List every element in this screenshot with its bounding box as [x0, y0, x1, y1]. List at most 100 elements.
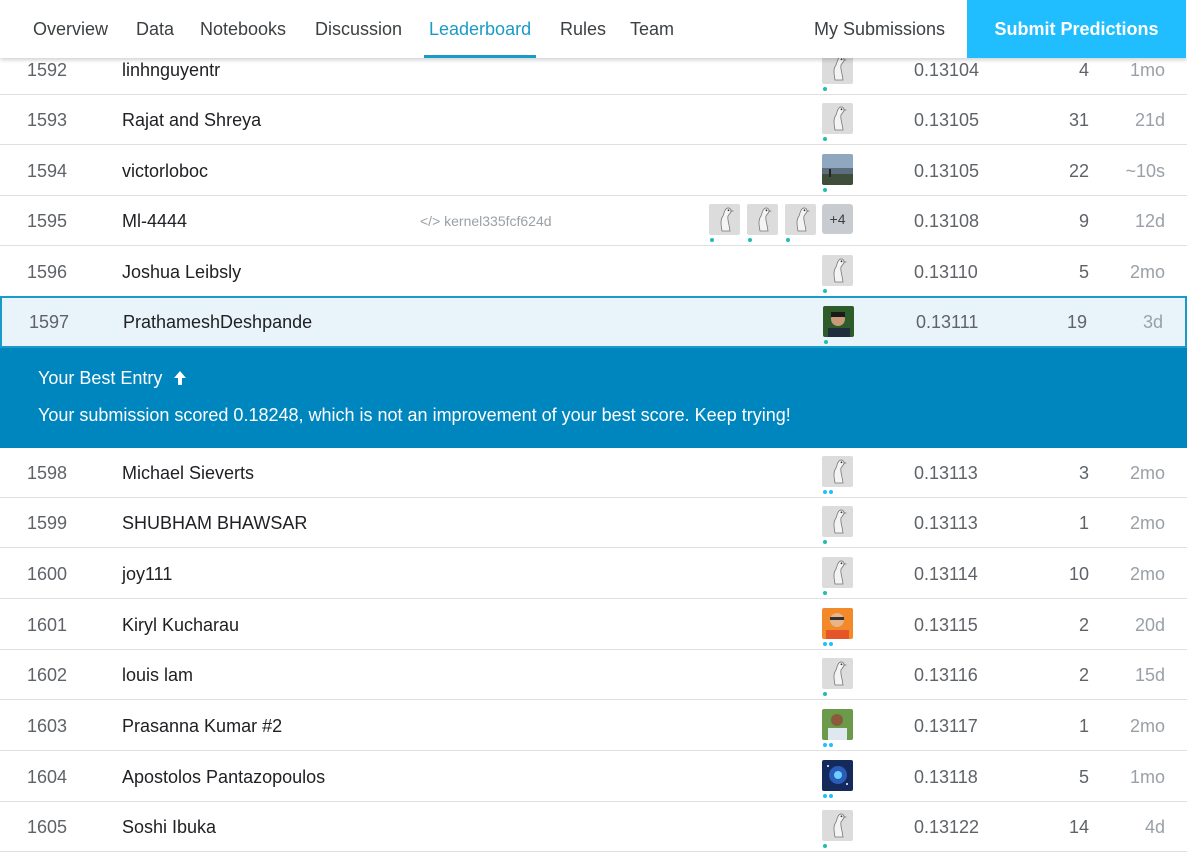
table-row: 1598 Michael Sieverts 0.13113 3 2mo	[0, 448, 1187, 498]
tier-dot	[823, 743, 827, 747]
tab-leaderboard[interactable]: Leaderboard	[423, 0, 537, 58]
goose-avatar[interactable]	[822, 456, 853, 487]
tier-dot	[823, 289, 827, 293]
table-row-current-user: 1597 PrathameshDeshpande 0.13111 19 3d	[0, 296, 1187, 348]
entries-cell: 2	[1078, 615, 1089, 635]
rank-cell: 1594	[27, 161, 68, 181]
tier-dot	[823, 490, 827, 494]
entries-cell: 19	[1066, 312, 1087, 332]
entries-cell: 10	[1068, 564, 1089, 584]
last-submission-cell: 21d	[1134, 110, 1165, 130]
score-cell: 0.13108	[914, 211, 980, 231]
goose-avatar[interactable]	[822, 658, 853, 689]
best-entry-banner: Your Best Entry Your submission scored 0…	[0, 348, 1187, 448]
photo-avatar-person[interactable]	[823, 306, 854, 337]
banner-title: Your Best Entry	[38, 368, 163, 388]
goose-avatar[interactable]	[822, 810, 853, 841]
last-submission-cell: 2mo	[1129, 262, 1165, 282]
score-cell: 0.13117	[914, 716, 978, 736]
team-name-link[interactable]: SHUBHAM BHAWSAR	[122, 498, 307, 548]
goose-avatar[interactable]	[822, 103, 853, 134]
last-submission-cell: 2mo	[1129, 716, 1165, 736]
competition-nav-bar: Overview Data Notebooks Discussion Leade…	[0, 0, 1187, 58]
score-cell: 0.13110	[914, 262, 978, 282]
rank-cell: 1601	[27, 615, 68, 635]
team-name-link[interactable]: Prasanna Kumar #2	[122, 701, 282, 751]
tier-dot	[823, 794, 827, 798]
tier-dot	[823, 591, 827, 595]
team-name-link[interactable]: victorloboc	[122, 146, 208, 196]
team-name-link[interactable]: Ml-4444	[122, 196, 187, 246]
last-submission-cell: 3d	[1142, 312, 1163, 332]
entries-cell: 3	[1078, 463, 1089, 483]
tier-dot	[824, 340, 828, 344]
score-cell: 0.13115	[914, 615, 978, 635]
tab-data[interactable]: Data	[136, 0, 174, 58]
team-name-link[interactable]: Joshua Leibsly	[122, 247, 241, 297]
score-cell: 0.13114	[914, 564, 978, 584]
tab-overview[interactable]: Overview	[33, 0, 108, 58]
last-submission-cell: ~10s	[1125, 161, 1165, 181]
entries-cell: 22	[1068, 161, 1089, 181]
more-team-members-badge[interactable]: +4	[822, 204, 853, 234]
tier-dot	[829, 794, 833, 798]
rank-cell: 1598	[27, 463, 68, 483]
rank-cell: 1602	[27, 665, 68, 685]
score-cell: 0.13113	[914, 463, 978, 483]
goose-avatar[interactable]	[822, 506, 853, 537]
entries-cell: 1	[1078, 716, 1089, 736]
last-submission-cell: 2mo	[1129, 564, 1165, 584]
tab-rules[interactable]: Rules	[560, 0, 606, 58]
tab-discussion[interactable]: Discussion	[315, 0, 402, 58]
entries-cell: 5	[1078, 767, 1089, 787]
my-submissions-link[interactable]: My Submissions	[814, 0, 945, 58]
table-row: 1594 victorloboc 0.13105 22 ~10s	[0, 146, 1187, 196]
score-cell: 0.13118	[914, 767, 978, 787]
team-name-link[interactable]: Michael Sieverts	[122, 448, 254, 498]
team-name-link[interactable]: louis lam	[122, 650, 193, 700]
tier-dot	[823, 188, 827, 192]
goose-avatar-2[interactable]	[747, 204, 778, 235]
entries-cell: 2	[1078, 665, 1089, 685]
table-row: 1599 SHUBHAM BHAWSAR 0.13113 1 2mo	[0, 498, 1187, 548]
tier-dot	[829, 642, 833, 646]
goose-avatar[interactable]	[822, 255, 853, 286]
tier-dot	[823, 540, 827, 544]
kernel-link[interactable]: </> kernel335fcf624d	[420, 196, 552, 246]
submit-predictions-button[interactable]: Submit Predictions	[967, 0, 1186, 58]
team-name-link[interactable]: Apostolos Pantazopoulos	[122, 752, 325, 802]
team-name-link[interactable]: Kiryl Kucharau	[122, 600, 239, 650]
entries-cell: 5	[1078, 262, 1089, 282]
photo-avatar-galaxy[interactable]	[822, 760, 853, 791]
table-row: 1596 Joshua Leibsly 0.13110 5 2mo	[0, 247, 1187, 297]
tier-dot	[823, 137, 827, 141]
score-cell: 0.13111	[916, 312, 979, 332]
goose-avatar-3[interactable]	[785, 204, 816, 235]
goose-avatar-1[interactable]	[709, 204, 740, 235]
goose-avatar[interactable]	[822, 557, 853, 588]
table-row: 1603 Prasanna Kumar #2 0.13117 1 2mo	[0, 701, 1187, 751]
table-row: 1593 Rajat and Shreya 0.13105 31 21d	[0, 95, 1187, 145]
tier-dot	[829, 490, 833, 494]
table-row: 1595 Ml-4444 </> kernel335fcf624d +4 0.13108…	[0, 196, 1187, 246]
photo-avatar-landscape[interactable]	[822, 154, 853, 185]
table-row: 1600 joy111 0.13114 10 2mo	[0, 549, 1187, 599]
team-name-link[interactable]: Rajat and Shreya	[122, 95, 261, 145]
rank-cell: 1600	[27, 564, 68, 584]
team-name-link[interactable]: joy111	[122, 549, 172, 599]
photo-avatar-orange[interactable]	[822, 608, 853, 639]
last-submission-cell: 2mo	[1129, 513, 1165, 533]
team-name-link[interactable]: PrathameshDeshpande	[123, 298, 312, 346]
tier-dot	[786, 238, 790, 242]
last-submission-cell: 15d	[1134, 665, 1165, 685]
score-cell: 0.13105	[914, 161, 980, 181]
last-submission-cell: 20d	[1134, 615, 1165, 635]
entries-cell: 31	[1068, 110, 1089, 130]
tier-dot	[823, 642, 827, 646]
entries-cell: 1	[1078, 513, 1089, 533]
tab-notebooks[interactable]: Notebooks	[200, 0, 286, 58]
tier-dot	[710, 238, 714, 242]
photo-avatar-person-outdoor[interactable]	[822, 709, 853, 740]
tab-team[interactable]: Team	[630, 0, 674, 58]
tier-dot	[823, 87, 827, 91]
